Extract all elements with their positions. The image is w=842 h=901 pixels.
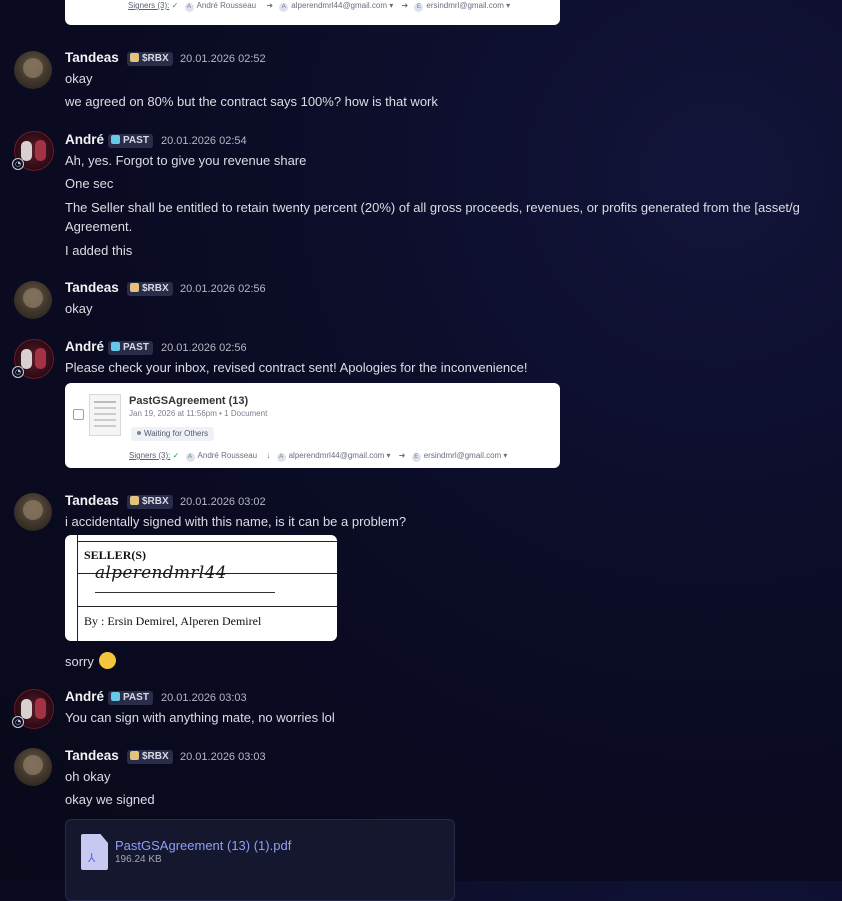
message-text: I added this xyxy=(65,243,133,258)
timestamp: 20.01.2026 02:56 xyxy=(180,283,266,295)
timestamp: 20.01.2026 02:56 xyxy=(161,342,247,354)
drop-icon xyxy=(111,135,120,144)
file-size: 196.24 KB xyxy=(115,854,162,865)
signature-heading: SELLER(S) xyxy=(84,548,147,562)
pdf-file-icon: ⅄ xyxy=(81,834,108,870)
handwritten-signature: alperendmrl44 xyxy=(95,563,227,583)
avatar[interactable] xyxy=(14,748,52,786)
message-text: Ah, yes. Forgot to give you revenue shar… xyxy=(65,153,307,168)
author-name[interactable]: André xyxy=(65,339,104,354)
emoji: 🫣 xyxy=(98,652,116,669)
message-text: we agreed on 80% but the contract says 1… xyxy=(65,94,438,109)
message-text: The Seller shall be entitled to retain t… xyxy=(65,200,800,215)
signer-avatar-icon: E xyxy=(414,3,424,12)
cube-icon xyxy=(130,283,139,292)
role-tag[interactable]: PAST xyxy=(108,134,153,148)
message-text: sorry 🫣 xyxy=(65,652,116,669)
message-text: You can sign with anything mate, no worr… xyxy=(65,710,335,725)
status-icon: ◔ xyxy=(12,158,24,170)
avatar[interactable] xyxy=(14,493,52,531)
signer-avatar-icon: E xyxy=(411,453,421,462)
signer-avatar-icon: A xyxy=(276,453,286,462)
cube-icon xyxy=(130,53,139,62)
drop-icon xyxy=(111,692,120,701)
message-text: Agreement. xyxy=(65,219,133,234)
role-tag[interactable]: PAST xyxy=(108,341,153,355)
signer-avatar-icon: A xyxy=(184,3,194,12)
message-text: okay we signed xyxy=(65,792,155,807)
dot-icon xyxy=(137,431,141,435)
signer-avatar-icon: A xyxy=(279,3,289,12)
author-name[interactable]: Tandeas xyxy=(65,748,119,763)
arrow-right-icon: ➜ xyxy=(266,1,274,10)
by-line: By : Ersin Demirel, Alperen Demirel xyxy=(84,614,262,628)
role-tag[interactable]: $RBX xyxy=(127,52,173,66)
signature-image[interactable]: SELLER(S) alperendmrl44 By : Ersin Demir… xyxy=(65,535,337,641)
arrow-down-icon: ↓ xyxy=(266,451,271,460)
status-badge: Waiting for Others xyxy=(131,427,215,441)
message-text: oh okay xyxy=(65,769,111,784)
file-name[interactable]: PastGSAgreement (13) (1).pdf xyxy=(115,838,291,853)
avatar[interactable] xyxy=(14,281,52,319)
status-icon: ◔ xyxy=(12,716,24,728)
message-text: okay xyxy=(65,71,93,86)
message-text: Please check your inbox, revised contrac… xyxy=(65,360,528,375)
timestamp: 20.01.2026 02:52 xyxy=(180,53,266,65)
signer-avatar-icon: A xyxy=(185,453,195,462)
author-name[interactable]: André xyxy=(65,132,104,147)
message-text: i accidentally signed with this name, is… xyxy=(65,514,407,529)
message-text: okay xyxy=(65,301,93,316)
author-name[interactable]: Tandeas xyxy=(65,50,119,65)
document-title[interactable]: PastGSAgreement (13) xyxy=(129,395,248,407)
arrow-right-icon: ➜ xyxy=(398,451,406,460)
timestamp: 20.01.2026 03:02 xyxy=(180,496,266,508)
cube-icon xyxy=(130,496,139,505)
author-name[interactable]: Tandeas xyxy=(65,493,119,508)
timestamp: 20.01.2026 02:54 xyxy=(161,135,247,147)
embed-card-top[interactable]: Signers (3): ✓ A André Rousseau ➜ Aalpere… xyxy=(65,0,560,25)
role-tag[interactable]: $RBX xyxy=(127,750,173,764)
cube-icon xyxy=(130,751,139,760)
signers-row: Signers (3): ✓ A André Rousseau ↓ Aalpere… xyxy=(129,451,508,462)
role-tag[interactable]: PAST xyxy=(108,691,153,705)
document-embed-card[interactable]: PastGSAgreement (13) Jan 19, 2026 at 11:… xyxy=(65,383,560,468)
role-tag[interactable]: $RBX xyxy=(127,282,173,296)
timestamp: 20.01.2026 03:03 xyxy=(180,751,266,763)
author-name[interactable]: André xyxy=(65,689,104,704)
arrow-right-icon: ➜ xyxy=(401,1,409,10)
document-meta: Jan 19, 2026 at 11:56pm • 1 Document xyxy=(129,409,268,418)
file-attachment[interactable]: ⅄ PastGSAgreement (13) (1).pdf 196.24 KB xyxy=(65,819,455,901)
check-icon: ✓ xyxy=(171,1,179,10)
role-tag[interactable]: $RBX xyxy=(127,495,173,509)
message-text: One sec xyxy=(65,176,114,191)
status-icon: ◔ xyxy=(12,366,24,378)
author-name[interactable]: Tandeas xyxy=(65,280,119,295)
document-thumbnail[interactable] xyxy=(89,394,121,436)
avatar[interactable] xyxy=(14,51,52,89)
timestamp: 20.01.2026 03:03 xyxy=(161,692,247,704)
checkbox[interactable] xyxy=(73,409,84,420)
check-icon: ✓ xyxy=(172,451,180,460)
drop-icon xyxy=(111,342,120,351)
signers-row: Signers (3): ✓ A André Rousseau ➜ Aalpere… xyxy=(128,1,511,12)
